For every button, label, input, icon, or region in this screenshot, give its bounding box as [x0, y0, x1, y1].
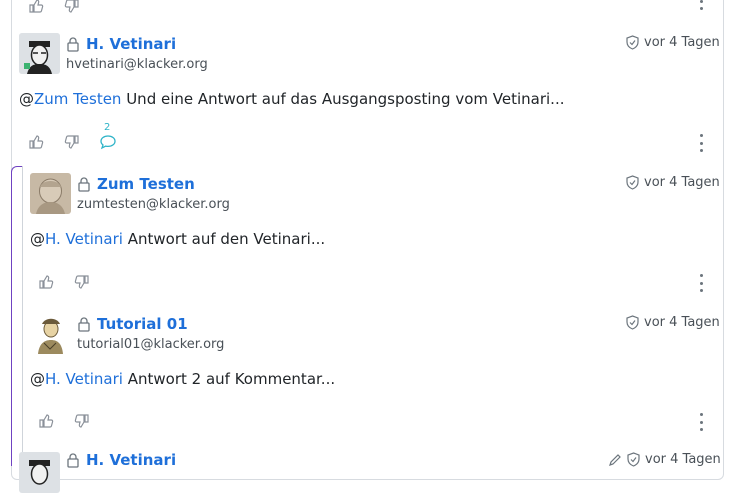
timestamp: vor 4 Tagen [626, 35, 720, 50]
avatar[interactable] [30, 173, 71, 214]
mention-at: @ [19, 90, 34, 108]
author-name[interactable]: H. Vetinari [86, 451, 176, 469]
author-row: H. Vetinari [66, 451, 176, 469]
author-handle: tutorial01@klacker.org [77, 337, 225, 352]
upvote-button[interactable] [28, 409, 64, 433]
author-row: Zum Testen [77, 175, 195, 193]
time-label: vor 4 Tagen [645, 452, 721, 467]
pencil-icon [608, 453, 622, 467]
lock-icon [77, 176, 91, 192]
shield-check-icon [627, 452, 640, 467]
author-row: H. Vetinari [66, 35, 176, 53]
timestamp: vor 4 Tagen [626, 175, 720, 190]
more-options-button[interactable] [694, 134, 708, 152]
mention-link[interactable]: Zum Testen [34, 90, 121, 108]
comment-actions [28, 270, 100, 294]
comment-actions [28, 409, 100, 433]
thumbs-down-icon [74, 274, 90, 290]
mention-at: @ [30, 370, 45, 388]
author-row: Tutorial 01 [77, 315, 188, 333]
previous-comment-actions [18, 0, 90, 18]
timestamp: vor 4 Tagen [626, 315, 720, 330]
sketch-avatar-icon [30, 313, 71, 354]
shield-check-icon [626, 35, 639, 50]
timestamp: vor 4 Tagen [608, 452, 721, 467]
thread-indent-line [11, 166, 22, 466]
downvote-button[interactable] [64, 409, 100, 433]
mention-link[interactable]: H. Vetinari [45, 230, 123, 248]
thumbs-down-icon [64, 0, 80, 14]
thumbs-up-icon [38, 274, 54, 290]
author-handle: hvetinari@klacker.org [66, 57, 208, 72]
shield-check-icon [626, 175, 639, 190]
avatar[interactable] [19, 33, 60, 74]
thumbs-down-icon [74, 413, 90, 429]
vetinari-avatar-icon [19, 452, 60, 493]
thumbs-up-icon [28, 134, 44, 150]
avatar[interactable] [19, 452, 60, 493]
more-options-button[interactable] [694, 413, 708, 431]
replies-toggle-button[interactable]: 2 [90, 122, 126, 154]
downvote-button[interactable] [54, 0, 90, 18]
shield-check-icon [626, 315, 639, 330]
comment-body: @H. Vetinari Antwort 2 auf Kommentar... [30, 370, 335, 388]
thumbs-up-icon [28, 0, 44, 14]
thumbs-down-icon [64, 134, 80, 150]
author-name[interactable]: H. Vetinari [86, 35, 176, 53]
comment-body: @Zum Testen Und eine Antwort auf das Aus… [19, 90, 564, 108]
author-handle: zumtesten@klacker.org [77, 197, 230, 212]
mention-at: @ [30, 230, 45, 248]
lock-icon [66, 36, 80, 52]
comment-body: @H. Vetinari Antwort auf den Vetinari... [30, 230, 325, 248]
comment-text: Antwort auf den Vetinari... [122, 230, 326, 248]
speech-bubble-icon [99, 134, 117, 150]
upvote-button[interactable] [18, 130, 54, 154]
author-name[interactable]: Tutorial 01 [97, 315, 188, 333]
more-options-button[interactable] [694, 274, 708, 292]
thumbs-up-icon [38, 413, 54, 429]
time-label: vor 4 Tagen [644, 315, 720, 330]
more-options-button[interactable] [694, 0, 708, 10]
mention-link[interactable]: H. Vetinari [45, 370, 123, 388]
downvote-button[interactable] [64, 270, 100, 294]
time-label: vor 4 Tagen [644, 35, 720, 50]
vetinari-avatar-icon [19, 33, 60, 74]
upvote-button[interactable] [28, 270, 64, 294]
reply-count: 2 [104, 122, 111, 133]
upvote-button[interactable] [18, 0, 54, 18]
time-label: vor 4 Tagen [644, 175, 720, 190]
author-name[interactable]: Zum Testen [97, 175, 195, 193]
comment-text: Antwort 2 auf Kommentar... [122, 370, 336, 388]
lock-icon [77, 316, 91, 332]
downvote-button[interactable] [54, 130, 90, 154]
thread-indent-guide [22, 166, 23, 466]
bust-avatar-icon [30, 173, 71, 214]
comment-actions: 2 [18, 122, 126, 154]
avatar[interactable] [30, 313, 71, 354]
comment-text: Und eine Antwort auf das Ausgangsposting… [121, 90, 565, 108]
